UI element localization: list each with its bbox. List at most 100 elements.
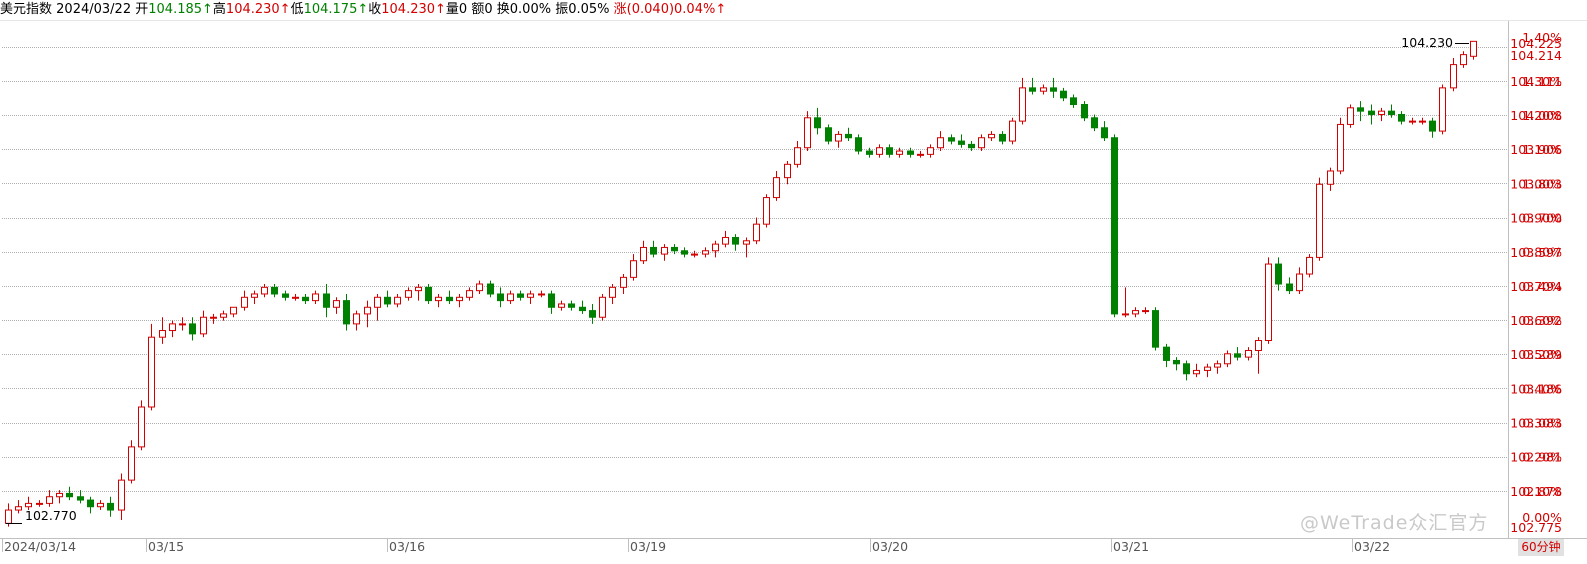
x-tick-label: 03/22 xyxy=(1354,539,1390,554)
candle-up xyxy=(927,147,934,155)
candle-down xyxy=(814,117,821,129)
candle-up xyxy=(1460,54,1467,66)
candle-up xyxy=(722,236,729,245)
candle-up xyxy=(620,276,627,288)
candle-up xyxy=(507,293,514,302)
candle-down xyxy=(323,293,330,308)
candle-up xyxy=(353,313,360,325)
candle-up xyxy=(773,177,780,199)
candle-up xyxy=(558,303,565,308)
candle-down xyxy=(1183,363,1190,375)
candle-up xyxy=(435,296,442,302)
candle-up xyxy=(292,296,299,299)
candle-up xyxy=(179,323,186,326)
candle-up xyxy=(804,117,811,149)
candle-up xyxy=(784,163,791,179)
candle-up xyxy=(937,137,944,149)
candle-down xyxy=(1081,103,1088,119)
y-pct-label: 1.40% xyxy=(1522,30,1562,45)
candle-up xyxy=(988,133,995,139)
candle-down xyxy=(1091,117,1098,129)
candle-down xyxy=(1286,283,1293,292)
candle-down xyxy=(107,502,114,511)
candle-down xyxy=(1357,107,1364,112)
candle-up xyxy=(1347,107,1354,125)
candle-down xyxy=(1050,87,1057,92)
candle-down xyxy=(487,283,494,295)
candle-down xyxy=(968,143,975,149)
candle-up xyxy=(312,293,319,302)
candle-up xyxy=(1214,363,1221,368)
candle-up xyxy=(691,253,698,256)
candle-up xyxy=(1142,310,1149,313)
candle-up xyxy=(609,286,616,298)
candle-up xyxy=(1419,120,1426,123)
x-tick-label: 03/20 xyxy=(872,539,908,554)
period-selector[interactable]: 60分钟 xyxy=(1518,539,1564,556)
candle-up xyxy=(640,246,647,262)
high-marker-label: 104.230 xyxy=(1401,35,1453,50)
x-tick-label: 03/16 xyxy=(389,539,425,554)
candle-up xyxy=(538,293,545,296)
candlestick-chart[interactable]: 104.225104.214104.111104.008103.906103.8… xyxy=(0,0,1587,564)
y-pct-label: 1.00% xyxy=(1522,176,1562,191)
candle-up xyxy=(1009,120,1016,142)
candle-up xyxy=(118,479,125,511)
y-pct-label: 0.20% xyxy=(1522,450,1562,465)
candle-up xyxy=(251,293,258,298)
y-pct-label: 0.60% xyxy=(1522,313,1562,328)
candle-up xyxy=(1224,353,1231,365)
candle-down xyxy=(589,310,596,318)
candle-up xyxy=(917,153,924,156)
watermark-text: @WeTrade众汇官方 xyxy=(1300,512,1489,534)
y-pct-label: 0.90% xyxy=(1522,211,1562,226)
candle-up xyxy=(25,502,32,508)
candle-up xyxy=(394,296,401,305)
candle-up xyxy=(138,406,145,448)
candle-down xyxy=(568,303,575,308)
candle-down xyxy=(845,133,852,139)
candle-down xyxy=(271,286,278,295)
y-pct-label: 0.50% xyxy=(1522,347,1562,362)
candle-up xyxy=(794,147,801,165)
candle-up xyxy=(1122,313,1129,316)
candle-up xyxy=(1316,183,1323,258)
candle-up xyxy=(230,306,237,315)
candle-up xyxy=(220,313,227,318)
candle-up xyxy=(128,446,135,481)
candle-up xyxy=(978,137,985,149)
candle-up xyxy=(1327,170,1334,185)
candle-up xyxy=(753,223,760,242)
candle-down xyxy=(1275,263,1282,285)
candle-up xyxy=(702,250,709,255)
candle-down xyxy=(343,300,350,325)
candle-down xyxy=(446,296,453,302)
candle-up xyxy=(1306,256,1313,275)
candle-up xyxy=(210,316,217,319)
candle-up xyxy=(200,316,207,335)
candle-up xyxy=(712,243,719,252)
candle-down xyxy=(1429,120,1436,132)
candle-up xyxy=(148,336,155,408)
candle-up xyxy=(763,197,770,225)
candle-down xyxy=(189,323,196,335)
y-pct-label: 1.30% xyxy=(1522,74,1562,89)
candle-down xyxy=(579,306,586,312)
candle-up xyxy=(1450,64,1457,89)
candle-down xyxy=(1029,87,1036,92)
candle-down xyxy=(681,250,688,255)
candle-up xyxy=(241,296,248,308)
x-tick-label: 03/21 xyxy=(1113,539,1149,554)
candle-down xyxy=(855,137,862,152)
candle-up xyxy=(1132,310,1139,315)
y-pct-label: 0.70% xyxy=(1522,279,1562,294)
candle-up xyxy=(36,502,43,505)
candle-down xyxy=(1173,359,1180,365)
candle-up xyxy=(527,293,534,298)
candle-up xyxy=(415,286,422,292)
candle-up xyxy=(159,330,166,338)
candle-down xyxy=(886,147,893,155)
candle-up xyxy=(835,133,842,142)
candle-down xyxy=(77,496,84,501)
candle-up xyxy=(466,290,473,298)
